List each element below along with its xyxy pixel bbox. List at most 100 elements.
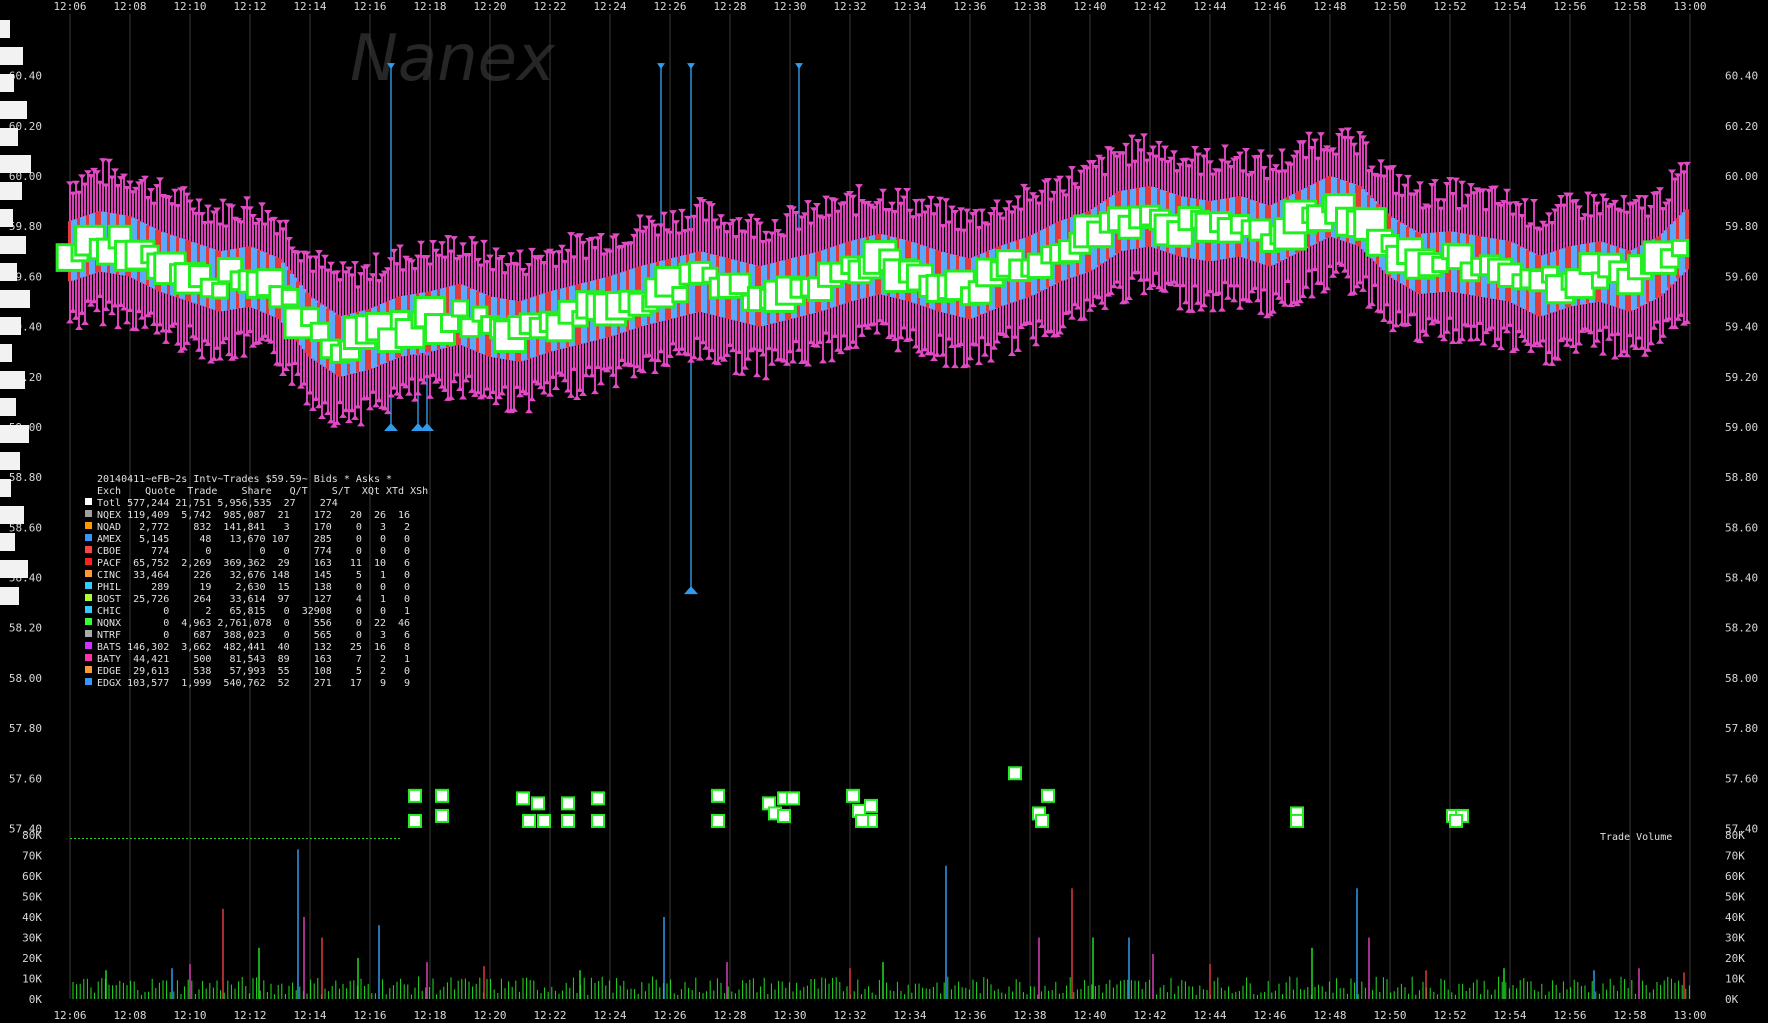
x-tick-label-top: 12:06 <box>53 0 86 13</box>
volume-label: Trade Volume <box>1600 832 1672 843</box>
ask-marker <box>1620 195 1628 201</box>
bid-marker <box>1479 340 1487 346</box>
bid-marker <box>630 373 638 379</box>
bid-marker <box>1599 350 1607 356</box>
volume-panel <box>72 849 1690 999</box>
ask-marker <box>321 254 329 260</box>
bid-marker <box>705 354 713 360</box>
price-tick-label-right: 59.00 <box>1725 421 1758 434</box>
volume-tick-label-right: 60K <box>1725 870 1745 883</box>
x-tick-label-bottom: 12:32 <box>833 1009 866 1022</box>
stats-row: NTRF 0 687 388,023 0 565 0 3 6 <box>97 630 410 641</box>
ask-marker <box>1266 154 1274 160</box>
ask-marker <box>444 235 452 241</box>
stats-row: NQNX 0 4,963 2,761,078 0 556 0 22 46 <box>97 618 410 629</box>
ask-marker <box>105 158 113 164</box>
lower-trade-box <box>591 813 605 828</box>
x-tick-label-bottom: 12:34 <box>893 1009 926 1022</box>
volume-tick-label-left: 50K <box>22 891 42 904</box>
bid-marker <box>591 389 599 395</box>
stats-row-marker <box>85 534 92 541</box>
ask-marker <box>1068 166 1076 172</box>
stats-row-marker <box>85 642 92 649</box>
ask-marker <box>1161 145 1169 151</box>
x-tick-label-top: 12:12 <box>233 0 266 13</box>
price-tick-label-left: 59.80 <box>9 220 42 233</box>
bid-marker <box>762 375 770 381</box>
volume-tick-label-right: 30K <box>1725 932 1745 945</box>
trade-box <box>450 299 470 318</box>
stats-row: BOST 25,726 264 33,614 97 127 4 1 0 <box>97 594 410 605</box>
lower-trade-box <box>561 796 575 811</box>
x-tick-label-bottom: 12:28 <box>713 1009 746 1022</box>
price-tick-label-right: 58.80 <box>1725 471 1758 484</box>
stats-row-marker <box>85 618 92 625</box>
ask-marker <box>171 188 179 194</box>
trade-box <box>1578 252 1602 276</box>
ask-marker <box>1305 131 1313 137</box>
lower-trade-box <box>864 798 878 813</box>
bid-marker <box>405 390 413 396</box>
x-tick-label-bottom: 12:46 <box>1253 1009 1286 1022</box>
lower-trade-box <box>591 791 605 806</box>
ask-marker <box>417 240 425 246</box>
x-tick-label-bottom: 12:40 <box>1073 1009 1106 1022</box>
ask-marker <box>918 198 926 204</box>
bid-marker <box>198 354 206 360</box>
x-tick-label-top: 12:08 <box>113 0 146 13</box>
bid-marker <box>162 338 170 344</box>
bid-marker <box>141 323 149 329</box>
ask-marker <box>888 201 896 207</box>
bid-marker <box>732 370 740 376</box>
ask-marker <box>264 209 272 215</box>
ask-marker <box>204 204 212 210</box>
x-tick-label-top: 12:20 <box>473 0 506 13</box>
bid-marker <box>1197 306 1205 312</box>
bid-marker <box>951 363 959 369</box>
ask-marker <box>1641 195 1649 201</box>
ask-marker <box>942 198 950 204</box>
stats-row-marker <box>85 666 92 673</box>
ask-marker <box>678 208 686 214</box>
spike-cap-top <box>795 63 803 70</box>
stats-row-marker <box>85 570 92 577</box>
ask-marker <box>219 198 227 204</box>
lower-trade-box <box>516 791 530 806</box>
x-tick-label-top: 12:14 <box>293 0 326 13</box>
bid-marker <box>1176 305 1184 311</box>
x-tick-label-bottom: 12:36 <box>953 1009 986 1022</box>
x-tick-label-top: 12:18 <box>413 0 446 13</box>
bid-marker <box>873 329 881 335</box>
x-tick-label-top: 12:10 <box>173 0 206 13</box>
bid-marker <box>597 380 605 386</box>
ask-marker <box>528 247 536 253</box>
bid-marker <box>93 307 101 313</box>
bid-marker <box>114 324 122 330</box>
bid-marker <box>1236 304 1244 310</box>
x-tick-label-top: 12:32 <box>833 0 866 13</box>
bid-marker <box>696 355 704 361</box>
ask-marker <box>111 168 119 174</box>
x-tick-label-bottom: 12:22 <box>533 1009 566 1022</box>
ask-marker <box>1338 128 1346 134</box>
ask-marker <box>1677 162 1685 168</box>
x-tick-label-bottom: 12:16 <box>353 1009 386 1022</box>
volume-tick-label-left: 30K <box>22 932 42 945</box>
bid-marker <box>651 368 659 374</box>
depth-bar <box>0 101 27 119</box>
depth-bar <box>0 533 15 551</box>
bid-marker <box>1257 309 1265 315</box>
x-tick-label-bottom: 12:48 <box>1313 1009 1346 1022</box>
x-tick-label-bottom: 12:18 <box>413 1009 446 1022</box>
bid-marker <box>1218 306 1226 312</box>
stats-row: Totl 577,244 21,751 5,956,535 27 274 <box>97 498 338 509</box>
bid-marker <box>1491 342 1499 348</box>
x-tick-label-top: 12:30 <box>773 0 806 13</box>
ask-marker <box>993 199 1001 205</box>
stats-row: PHIL 289 19 2,630 15 138 0 0 0 <box>97 582 410 593</box>
ask-marker <box>351 261 359 267</box>
x-tick-label-bottom: 12:38 <box>1013 1009 1046 1022</box>
price-tick-label-right: 59.80 <box>1725 220 1758 233</box>
ask-marker <box>327 261 335 267</box>
x-tick-label-bottom: 12:06 <box>53 1009 86 1022</box>
